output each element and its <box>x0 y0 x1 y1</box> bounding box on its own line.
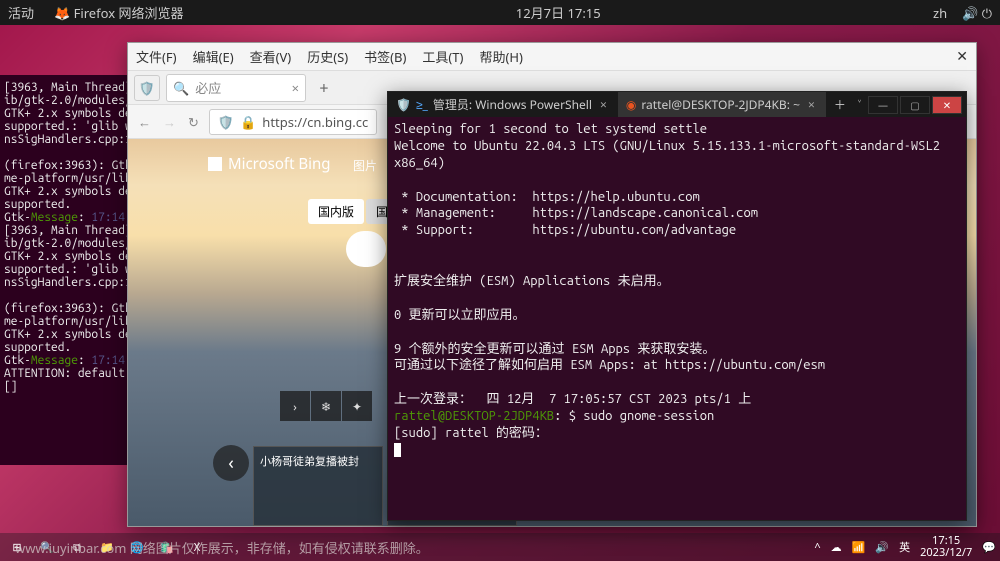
window-close-icon[interactable]: ✕ <box>932 96 962 114</box>
clock[interactable]: 12月7日 17:15 <box>516 3 601 22</box>
close-tab-icon[interactable]: × <box>600 96 607 113</box>
snowflake-icon[interactable]: ❄ <box>311 391 341 421</box>
ime-icon[interactable]: 英 <box>899 539 910 555</box>
menu-edit[interactable]: 编辑(E) <box>193 47 234 66</box>
search-icon: 🔍 <box>173 79 189 97</box>
menu-help[interactable]: 帮助(H) <box>479 47 522 66</box>
nav-reload-icon[interactable]: ↻ <box>188 113 199 131</box>
close-tab-icon[interactable]: × <box>808 96 815 113</box>
cursor <box>394 443 401 457</box>
app-menu[interactable]: 🦊 Firefox 网络浏览器 <box>54 3 183 22</box>
firefox-menubar: 文件(F) 编辑(E) 查看(V) 历史(S) 书签(B) 工具(T) 帮助(H… <box>128 43 976 71</box>
news-tile[interactable]: 小杨哥徒弟复播被封 <box>253 446 383 526</box>
nav-back-icon[interactable]: ← <box>138 113 151 131</box>
windows-taskbar: ⊞ 🔍 ⧉ 📁 🌐 🛍️ X www.iuyinbar.com 网络图片仅作展示… <box>0 533 1000 561</box>
lock-icon: 🔒 <box>240 113 256 131</box>
notifications-icon[interactable]: 💬 <box>982 540 996 555</box>
windows-terminal-window: 🛡️ ≥_ 管理员: Windows PowerShell × ◉ rattel… <box>387 91 967 521</box>
activities[interactable]: 活动 <box>8 3 34 22</box>
wifi-icon[interactable]: 📶 <box>852 540 866 555</box>
input-lang[interactable]: zh <box>933 4 947 22</box>
shield-icon: 🛡️ <box>218 113 234 131</box>
minimize-icon[interactable]: — <box>868 96 898 114</box>
url-bar[interactable]: 🛡️ 🔒 https://cn.bing.cc <box>209 109 377 135</box>
bing-nav-images[interactable]: 图片 <box>353 157 377 174</box>
bing-logo[interactable]: Microsoft Bing <box>208 154 331 174</box>
expand-icon[interactable]: › <box>280 391 310 421</box>
tab-dropdown-icon[interactable]: ˅ <box>854 96 865 113</box>
new-tab-button[interactable]: ＋ <box>826 96 854 113</box>
maximize-icon[interactable]: ▢ <box>900 96 930 114</box>
terminal-title-bar: 🛡️ ≥_ 管理员: Windows PowerShell × ◉ rattel… <box>388 92 966 117</box>
menu-bookmarks[interactable]: 书签(B) <box>364 47 406 66</box>
menu-file[interactable]: 文件(F) <box>136 47 177 66</box>
menu-history[interactable]: 历史(S) <box>307 47 348 66</box>
menu-view[interactable]: 查看(V) <box>250 47 292 66</box>
watermark-text: www.iuyinbar.com 网络图片仅作展示，非存储，如有侵权请联系删除。 <box>15 538 429 557</box>
carousel-prev-icon[interactable]: ‹ <box>213 445 249 481</box>
terminal-tab-powershell[interactable]: 🛡️ ≥_ 管理员: Windows PowerShell × <box>388 92 618 117</box>
terminal-tab-ubuntu[interactable]: ◉ rattel@DESKTOP-2JDP4KB: ~ × <box>618 92 826 117</box>
gnome-top-bar: 活动 🦊 Firefox 网络浏览器 12月7日 17:15 zh 🔊 ⏻ <box>0 0 1000 25</box>
bing-search-box[interactable] <box>346 231 386 267</box>
window-close-icon[interactable]: ✕ <box>956 47 968 66</box>
firefox-app-icon[interactable]: 🛡️ <box>134 75 160 101</box>
browser-tab[interactable]: 🔍 必应 × <box>166 74 306 102</box>
volume-icon[interactable]: 🔊 <box>875 540 889 555</box>
onedrive-icon[interactable]: ☁︎ <box>831 540 842 555</box>
shield-icon: 🛡️ <box>396 96 411 113</box>
nav-forward-icon: → <box>163 113 176 131</box>
close-tab-icon[interactable]: × <box>292 79 299 97</box>
bing-tab-domestic[interactable]: 国内版 <box>308 199 364 224</box>
system-menu-icon[interactable]: 🔊 ⏻ <box>962 4 992 22</box>
menu-tools[interactable]: 工具(T) <box>422 47 463 66</box>
new-tab-button[interactable]: + <box>312 77 336 99</box>
terminal-output[interactable]: Sleeping for 1 second to let systemd set… <box>388 117 966 520</box>
tray-chevron-icon[interactable]: ^ <box>814 540 820 555</box>
sparkle-icon[interactable]: ✦ <box>342 391 372 421</box>
powershell-icon: ≥_ <box>416 96 428 113</box>
taskbar-clock[interactable]: 17:152023/12/7 <box>920 535 972 559</box>
ubuntu-icon: ◉ <box>626 96 636 113</box>
